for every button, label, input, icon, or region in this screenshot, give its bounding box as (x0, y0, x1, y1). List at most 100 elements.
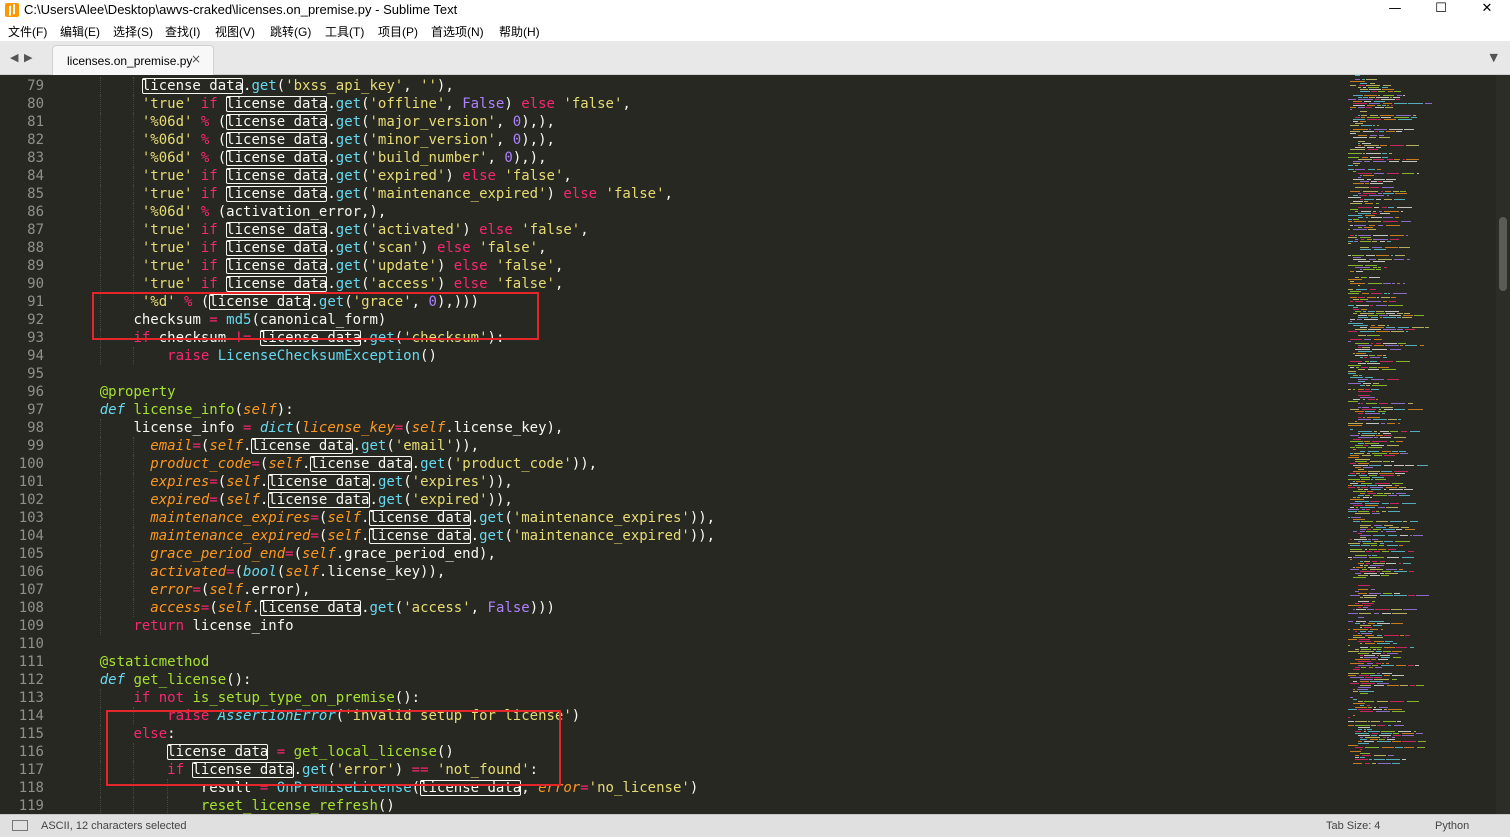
minimap-line (1394, 541, 1410, 542)
code-token: self (302, 546, 336, 562)
minimap-line (1355, 747, 1364, 748)
code-line[interactable]: 'true' if license_data.get('offline', Fa… (142, 95, 631, 113)
line-number: 84 (27, 168, 44, 184)
code-line[interactable]: expired=(self.license_data.get('expired'… (150, 491, 513, 509)
code-line[interactable]: reset_license_refresh() (201, 797, 395, 814)
code-line[interactable]: '%06d' % (license_data.get('minor_versio… (142, 131, 555, 149)
minimap-line (1395, 485, 1399, 486)
menu-edit[interactable]: 编辑(E) (60, 23, 100, 40)
minimap-line (1416, 685, 1424, 686)
minimap-line (1388, 315, 1401, 316)
menu-tools[interactable]: 工具(T) (325, 23, 364, 40)
code-line[interactable]: email=(self.license_data.get('email')), (150, 437, 479, 455)
minimap-line (1401, 173, 1414, 174)
code-token: self (327, 510, 362, 526)
tab-scroll-right-icon[interactable]: ▶ (24, 51, 32, 64)
code-line[interactable]: 'true' if license_data.get('expired') el… (142, 167, 572, 185)
minimap-line (1395, 255, 1405, 256)
code-line[interactable]: '%06d' % (license_data.get('major_versio… (142, 113, 555, 131)
indent-guide (133, 563, 135, 581)
code-line[interactable]: '%06d' % (license_data.get('build_number… (142, 149, 547, 167)
minimap-line (1369, 497, 1372, 498)
menu-preferences[interactable]: 首选项(N) (431, 23, 484, 40)
tab-list-dropdown-icon[interactable]: ▼ (1490, 51, 1498, 64)
scrollbar-thumb[interactable] (1499, 217, 1507, 291)
line-number: 88 (27, 240, 44, 256)
minimize-button[interactable]: — (1372, 0, 1418, 20)
code-token: license_data (369, 528, 471, 544)
code-area[interactable]: license_data.get('bxss_api_key', ''),'tr… (66, 75, 1346, 814)
menu-help[interactable]: 帮助(H) (499, 23, 540, 40)
code-line[interactable]: 'true' if license_data.get('scan') else … (142, 239, 547, 257)
code-line[interactable]: maintenance_expires=(self.license_data.g… (150, 509, 715, 527)
minimap-line (1359, 675, 1369, 676)
code-token: else (563, 186, 598, 202)
indent-guide (99, 275, 101, 293)
code-line[interactable]: '%06d' % (activation_error,), (142, 203, 386, 221)
code-line[interactable]: def get_license(): (100, 671, 252, 689)
code-line[interactable]: product_code=(self.license_data.get('pro… (150, 455, 597, 473)
syntax-indicator[interactable]: Python (1435, 820, 1469, 832)
maximize-button[interactable]: ☐ (1418, 0, 1464, 20)
menu-find[interactable]: 查找(I) (165, 23, 200, 40)
close-button[interactable]: ✕ (1464, 0, 1510, 20)
code-line[interactable]: raise LicenseChecksumException() (167, 347, 437, 365)
minimap-line (1399, 247, 1410, 248)
code-token: self (217, 600, 252, 616)
code-line[interactable]: license_info = dict(license_key=(self.li… (133, 419, 563, 437)
panel-toggle-icon[interactable] (12, 820, 28, 831)
code-line[interactable]: 'true' if license_data.get('access') els… (142, 275, 563, 293)
code-line[interactable]: error=(self.error), (150, 581, 310, 599)
minimap-line (1378, 267, 1382, 268)
menu-project[interactable]: 项目(P) (378, 23, 418, 40)
tab-scroll-left-icon[interactable]: ◀ (10, 51, 18, 64)
minimap-line (1412, 327, 1424, 328)
code-line[interactable]: activated=(bool(self.license_key)), (150, 563, 445, 581)
code-token: ) (462, 222, 480, 238)
minimap-line (1395, 473, 1406, 474)
minimap-line (1393, 733, 1400, 734)
code-line[interactable]: access=(self.license_data.get('access', … (150, 599, 555, 617)
minimap-line (1361, 239, 1365, 240)
code-line[interactable]: return license_info (133, 617, 293, 635)
minimap-line (1367, 117, 1381, 118)
indent-guide (133, 203, 135, 221)
minimap-line (1377, 169, 1381, 170)
code-line[interactable]: grace_period_end=(self.grace_period_end)… (150, 545, 496, 563)
minimap-line (1385, 107, 1394, 108)
indent-guide (99, 347, 101, 365)
minimap[interactable] (1348, 75, 1496, 814)
code-token: = (226, 564, 235, 580)
menu-goto[interactable]: 跳转(G) (270, 23, 311, 40)
code-line[interactable]: @staticmethod (100, 653, 210, 671)
code-token: )), (689, 510, 716, 526)
minimap-line (1384, 525, 1393, 526)
tab-licenses-on-premise[interactable]: licenses.on_premise.py × (52, 45, 214, 75)
code-line[interactable]: @property (100, 383, 176, 401)
tab-size-indicator[interactable]: Tab Size: 4 (1326, 820, 1380, 832)
minimap-line (1361, 125, 1373, 126)
minimap-line (1358, 99, 1373, 100)
vertical-scrollbar[interactable] (1496, 75, 1510, 814)
menu-selection[interactable]: 选择(S) (113, 23, 153, 40)
code-line[interactable]: expires=(self.license_data.get('expires'… (150, 473, 513, 491)
code-editor[interactable]: 79 80 81 82 83 84 85 86 87 88 89 90 91 92 93 94 95 96 97 98… (0, 75, 1510, 814)
code-token: expired (150, 492, 210, 508)
code-token: 'false' (504, 168, 564, 184)
tab-close-icon[interactable]: × (191, 52, 201, 66)
code-line[interactable]: 'true' if license_data.get('activated') … (142, 221, 589, 239)
code-line[interactable]: if not is_setup_type_on_premise(): (133, 689, 420, 707)
minimap-line (1367, 399, 1375, 400)
minimap-line (1391, 461, 1395, 462)
code-line[interactable]: license_data.get('bxss_api_key', ''), (141, 77, 454, 95)
code-line[interactable]: def license_info(self): (100, 401, 294, 419)
code-line[interactable]: maintenance_expired=(self.license_data.g… (150, 527, 715, 545)
menu-file[interactable]: 文件(F) (8, 23, 47, 40)
code-line[interactable]: 'true' if license_data.get('maintenance_… (142, 185, 673, 203)
minimap-line (1354, 241, 1358, 242)
code-token: , (554, 258, 564, 274)
menu-view[interactable]: 视图(V) (215, 23, 255, 40)
code-line[interactable]: 'true' if license_data.get('update') els… (142, 257, 564, 275)
minimap-line (1380, 407, 1393, 408)
minimap-line (1369, 367, 1378, 368)
